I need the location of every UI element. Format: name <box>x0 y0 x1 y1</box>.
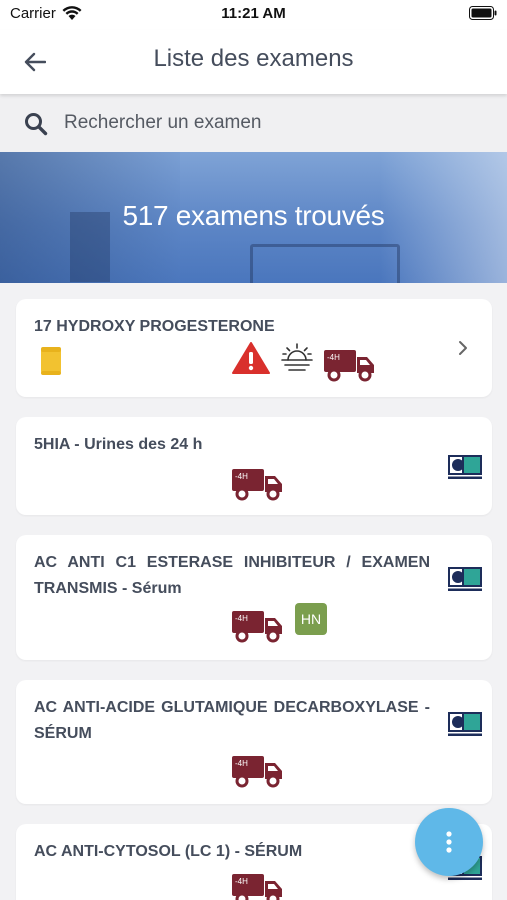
chevron-right-icon <box>456 339 470 362</box>
results-banner: 517 examens trouvés <box>0 152 507 283</box>
lab-transmit-icon <box>448 712 482 741</box>
exam-list-item[interactable]: AC ANTI C1 ESTERASE INHIBITEUR / EXAMEN … <box>16 535 492 660</box>
page-title: Liste des examens <box>153 45 354 72</box>
yellow-tube-icon <box>40 346 62 381</box>
lab-transmit-icon <box>448 567 482 596</box>
truck-label: -4H <box>235 614 248 623</box>
exam-name: AC ANTI-CYTOSOL (LC 1) - SÉRUM <box>34 843 303 860</box>
exam-name: 5HIA - Urines des 24 h <box>34 436 203 453</box>
navigation-bar: Liste des examens <box>0 30 507 94</box>
truck-label: -4H <box>235 759 248 768</box>
truck-4h-icon: -4H <box>231 872 285 900</box>
truck-label: -4H <box>235 472 248 481</box>
more-vertical-icon <box>446 831 452 853</box>
exam-list-item[interactable]: 5HIA - Urines des 24 h -4H <box>16 417 492 515</box>
exam-list-item[interactable]: AC ANTI-ACIDE GLUTAMIQUE DECARBOXYLASE -… <box>16 680 492 804</box>
results-count: 517 examens trouvés <box>122 200 385 231</box>
search-icon <box>24 112 48 141</box>
hn-badge: HN <box>295 603 327 635</box>
truck-4h-icon: -4H <box>231 609 285 648</box>
search-input[interactable] <box>64 106 484 140</box>
search-bar <box>0 94 507 152</box>
more-options-button[interactable] <box>415 808 483 876</box>
truck-label: -4H <box>235 877 248 886</box>
exam-name: AC ANTI-ACIDE GLUTAMIQUE DECARBOXYLASE -… <box>34 699 430 742</box>
exam-name: 17 HYDROXY PROGESTERONE <box>34 318 275 335</box>
status-bar: Carrier 11:21 AM <box>0 0 507 30</box>
battery-icon <box>469 6 497 25</box>
exam-name: AC ANTI C1 ESTERASE INHIBITEUR / EXAMEN … <box>34 554 430 597</box>
truck-label: -4H <box>327 353 340 362</box>
clock: 11:21 AM <box>221 5 286 22</box>
sunrise-icon <box>280 341 314 380</box>
truck-4h-icon: -4H <box>231 754 285 793</box>
banner-shape <box>250 244 400 283</box>
truck-4h-icon: -4H <box>323 348 377 387</box>
warning-icon <box>231 341 271 380</box>
truck-4h-icon: -4H <box>231 467 285 506</box>
exam-list-item[interactable]: 17 HYDROXY PROGESTERONE -4H <box>16 299 492 397</box>
lab-transmit-icon <box>448 455 482 484</box>
